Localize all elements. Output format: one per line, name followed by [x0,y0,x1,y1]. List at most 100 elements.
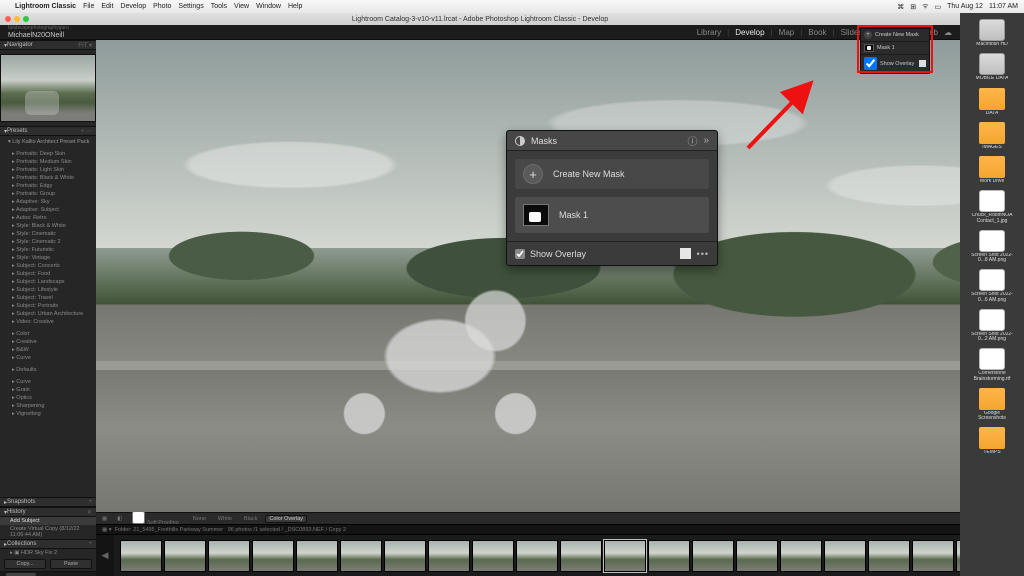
desktop-item[interactable]: Screen Shot 2022-0...6 AM.png [970,269,1014,303]
wifi-icon[interactable]: ᯤ [922,2,928,11]
paste-button[interactable]: Paste [50,559,92,569]
preset-item[interactable]: ▸ Optics [0,394,96,402]
identity-plate[interactable]: landscapephotographyguru MichaelN20ONeil… [0,26,105,39]
filmstrip-thumb[interactable] [824,540,866,572]
filmstrip-thumb[interactable] [912,540,954,572]
copy-button[interactable]: Copy... [4,559,46,569]
preset-item[interactable]: ▸ Subject: Lifestyle [0,286,96,294]
preset-item[interactable]: ▸ Video: Creative [0,318,96,326]
grid-icon[interactable]: ▦ ▾ [102,527,112,533]
preset-item[interactable]: ▸ B&W [0,346,96,354]
mini-show-overlay[interactable]: Show Overlay [861,55,929,73]
overlay-option[interactable]: White [214,515,236,523]
window-titlebar[interactable]: Lightroom Catalog-3-v10-v11.lrcat - Adob… [0,13,960,25]
snapshots-header[interactable]: ▸ Snapshots+ [0,497,96,507]
filmstrip-thumb[interactable] [692,540,734,572]
preset-item[interactable]: ▾ Lily Kallio Architect Preset Pack [0,138,96,146]
desktop-item[interactable]: Cornerstone Brainstorming.rtf [970,348,1014,382]
menu-photo[interactable]: Photo [153,3,171,10]
preset-item[interactable]: ▸ Sharpening [0,402,96,410]
filmstrip-thumb[interactable] [604,540,646,572]
battery-icon[interactable]: ▭ [935,3,942,11]
preset-item[interactable]: ▸ Adaptive: Sky [0,198,96,206]
preset-item[interactable]: ▸ Portraits: Group [0,190,96,198]
filmstrip-thumb[interactable] [648,540,690,572]
navigator-header[interactable]: ▾ NavigatorFIT ▾ [0,40,96,50]
menubar-icon[interactable]: ⊞ [910,3,916,11]
filmstrip-thumb[interactable] [296,540,338,572]
menubar-time[interactable]: 11:07 AM [989,3,1018,10]
module-map[interactable]: Map [779,28,795,37]
preset-item[interactable]: ▸ Style: Cinematic [0,230,96,238]
menu-window[interactable]: Window [256,3,281,10]
menu-settings[interactable]: Settings [178,3,203,10]
preset-item[interactable]: ▸ Style: Cinematic 2 [0,238,96,246]
preset-item[interactable]: ▸ Subject: Landscape [0,278,96,286]
preset-item[interactable]: ▸ Style: Futuristic [0,246,96,254]
preset-item[interactable]: ▸ Style: Vintage [0,254,96,262]
preset-item[interactable]: ▸ Portraits: Deep Skin [0,150,96,158]
history-item[interactable]: Add Subject [0,517,96,525]
left-scrollbar[interactable] [0,571,96,576]
desktop-item[interactable]: TEMPS [970,427,1014,455]
desktop-item[interactable]: IMAGES [970,122,1014,150]
menubar-date[interactable]: Thu Aug 12 [947,3,983,10]
filmstrip-thumb[interactable] [472,540,514,572]
preset-item[interactable]: ▸ Adaptive: Subject [0,206,96,214]
preset-item[interactable]: ▸ Curve [0,378,96,386]
menubar-icon[interactable]: ⌘ [897,3,904,11]
menu-view[interactable]: View [234,3,249,10]
menu-file[interactable]: File [83,3,94,10]
overlay-option[interactable]: Color Overlay [265,515,307,523]
menu-help[interactable]: Help [288,3,302,10]
filmstrip-thumb[interactable] [208,540,250,572]
filmstrip-prev-button[interactable]: ◀ [96,535,114,576]
preset-item[interactable]: ▸ Style: Black & White [0,222,96,230]
filmstrip-thumb[interactable] [252,540,294,572]
overlay-swatch[interactable] [919,60,926,67]
mask-item-1[interactable]: Mask 1 [515,197,709,233]
preset-item[interactable]: ▸ Subject: Travel [0,294,96,302]
preset-item[interactable]: ▸ Color [0,330,96,338]
desktop-item[interactable]: MOBILE DATA [970,53,1014,81]
preset-item[interactable]: ▸ Defaults [0,366,96,374]
desktop-item[interactable]: DATA [970,88,1014,116]
filmstrip[interactable]: ◀ ▶ [96,534,1024,576]
menu-edit[interactable]: Edit [101,3,113,10]
masks-panel[interactable]: Masks ⓘ » + Create New Mask Mask 1 Show … [506,130,718,266]
desktop-item[interactable]: Macintosh HD [970,19,1014,47]
module-library[interactable]: Library [697,28,721,37]
filmstrip-thumb[interactable] [780,540,822,572]
preset-item[interactable]: ▸ Portraits: Light Skin [0,166,96,174]
mini-mask-1[interactable]: Mask 1 [861,42,929,55]
filmstrip-thumb[interactable] [120,540,162,572]
overlay-option[interactable]: None [189,515,210,523]
overlay-options-icon[interactable]: ••• [697,249,709,259]
preset-item[interactable]: ▸ Autos: Retro [0,214,96,222]
window-close-button[interactable] [5,16,11,22]
overlay-color-swatch[interactable] [680,248,691,259]
filmstrip-thumb[interactable] [428,540,470,572]
navigator-preview[interactable] [0,54,96,122]
image-canvas[interactable] [96,40,1024,512]
preset-item[interactable]: ▸ Grain [0,386,96,394]
preset-item[interactable]: ▸ Subject: Portraits [0,302,96,310]
app-menu[interactable]: Lightroom Classic [15,3,76,10]
presets-header[interactable]: ▾ Presets+ ⋯ [0,126,96,136]
module-develop[interactable]: Develop [735,28,764,37]
window-zoom-button[interactable] [23,16,29,22]
history-item[interactable]: Create Virtual Copy (8/12/22 11:06:44 AM… [0,525,96,539]
preset-item[interactable]: ▸ Curve [0,354,96,362]
help-icon[interactable]: ⓘ [687,133,697,148]
filmstrip-thumb[interactable] [340,540,382,572]
history-header[interactable]: ▾ History✕ [0,507,96,517]
masks-mini-panel[interactable]: +Create New Mask Mask 1 Show Overlay [860,28,930,74]
filmstrip-thumb[interactable] [384,540,426,572]
collections-header[interactable]: ▸ Collections+ [0,539,96,549]
menu-develop[interactable]: Develop [120,3,146,10]
preset-item[interactable]: ▸ Subject: Food [0,270,96,278]
show-overlay-toggle[interactable]: Show Overlay [515,249,586,259]
masks-panel-header[interactable]: Masks ⓘ » [507,131,717,151]
window-minimize-button[interactable] [14,16,20,22]
before-after-icon[interactable]: ◧ [117,516,122,522]
